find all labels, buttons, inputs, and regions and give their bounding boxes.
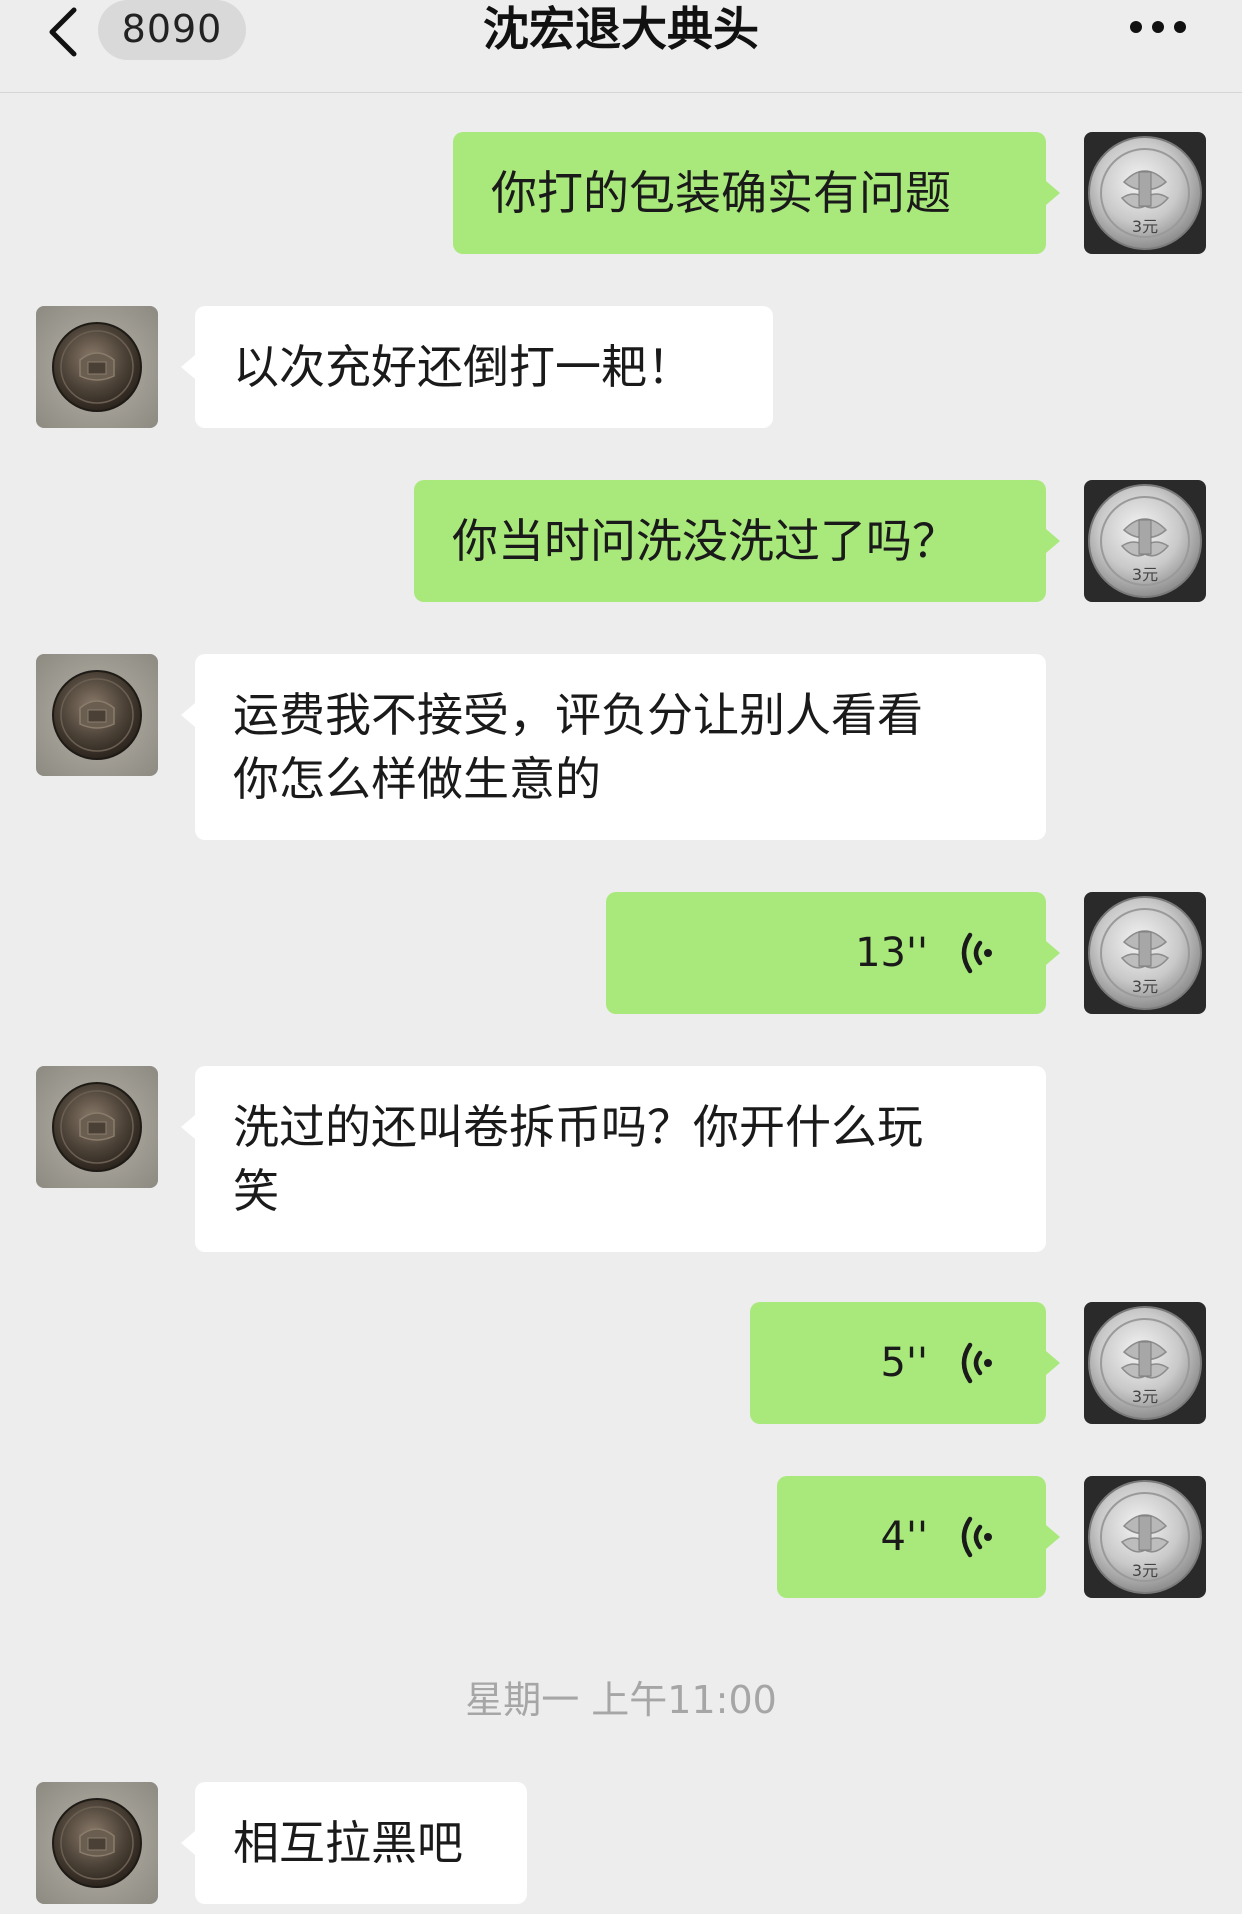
text-message-bubble[interactable]: 相互拉黑吧 (195, 1782, 527, 1904)
message-row-received: 以次充好还倒打一耙！ (0, 306, 1242, 428)
title-bar: 8090 沈宏退大典头 (0, 0, 1242, 93)
my-avatar[interactable]: 3元 (1084, 1302, 1206, 1424)
chevron-left-icon[interactable] (44, 6, 84, 58)
message-row-sent: 3元 你当时问洗没洗过了吗？ (0, 480, 1242, 602)
voice-message-bubble[interactable]: 4'' (777, 1476, 1046, 1598)
message-row-received: 洗过的还叫卷拆币吗？你开什么玩笑 (0, 1066, 1242, 1252)
chat-title: 沈宏退大典头 (483, 2, 759, 56)
timestamp: 星期一 上午11:00 (465, 1678, 777, 1722)
contact-avatar[interactable] (36, 1066, 158, 1188)
message-row-received: 相互拉黑吧 (0, 1782, 1242, 1904)
text-message-bubble[interactable]: 你打的包装确实有问题 (453, 132, 1046, 254)
bubble-tail (1046, 529, 1060, 553)
avatar-coin-label: 3元 (1132, 1561, 1158, 1580)
voice-message-bubble[interactable]: 5'' (750, 1302, 1046, 1424)
bubble-tail (1046, 1525, 1060, 1549)
message-text: 你当时问洗没洗过了吗？ (452, 514, 958, 568)
message-row-sent: 3元 13'' (0, 892, 1242, 1014)
text-message-bubble[interactable]: 运费我不接受，评负分让别人看看 你怎么样做生意的 (195, 654, 1046, 840)
contact-avatar[interactable] (36, 654, 158, 776)
unread-count-badge[interactable]: 8090 (98, 0, 246, 60)
bubble-tail (1046, 1351, 1060, 1375)
bubble-tail (181, 1831, 195, 1855)
message-text-line: 你怎么样做生意的 (233, 752, 601, 806)
voice-wave-icon (956, 1335, 996, 1391)
my-avatar[interactable]: 3元 (1084, 132, 1206, 254)
bubble-tail (181, 703, 195, 727)
message-text-line: 洗过的还叫卷拆币吗？你开什么玩 (233, 1100, 923, 1154)
voice-duration: 4'' (880, 1514, 928, 1560)
avatar-coin-label: 3元 (1132, 977, 1158, 996)
contact-avatar[interactable] (36, 306, 158, 428)
more-dots-icon[interactable] (1128, 10, 1188, 44)
avatar-coin-label: 3元 (1132, 565, 1158, 584)
avatar-coin-label: 3元 (1132, 1387, 1158, 1406)
voice-wave-icon (956, 1509, 996, 1565)
my-avatar[interactable]: 3元 (1084, 1476, 1206, 1598)
text-message-bubble[interactable]: 洗过的还叫卷拆币吗？你开什么玩笑 (195, 1066, 1046, 1252)
message-text: 相互拉黑吧 (233, 1816, 463, 1870)
contact-avatar[interactable] (36, 1782, 158, 1904)
message-text-line: 运费我不接受，评负分让别人看看 (233, 688, 923, 742)
message-row-sent: 3元 4'' (0, 1476, 1242, 1598)
message-text: 以次充好还倒打一耙！ (233, 340, 693, 394)
my-avatar[interactable]: 3元 (1084, 480, 1206, 602)
voice-duration: 13'' (855, 930, 928, 976)
text-message-bubble[interactable]: 以次充好还倒打一耙！ (195, 306, 773, 428)
message-row-sent: 3元 你打的包装确实有问题 (0, 132, 1242, 254)
text-message-bubble[interactable]: 你当时问洗没洗过了吗？ (414, 480, 1046, 602)
message-text: 你打的包装确实有问题 (491, 166, 951, 220)
message-row-received: 运费我不接受，评负分让别人看看 你怎么样做生意的 (0, 654, 1242, 840)
message-row-sent: 3元 5'' (0, 1302, 1242, 1424)
bubble-tail (1046, 181, 1060, 205)
bubble-tail (1046, 941, 1060, 965)
message-text-line: 笑 (233, 1164, 279, 1218)
voice-wave-icon (956, 925, 996, 981)
my-avatar[interactable]: 3元 (1084, 892, 1206, 1014)
bubble-tail (181, 1115, 195, 1139)
voice-duration: 5'' (880, 1340, 928, 1386)
avatar-coin-label: 3元 (1132, 217, 1158, 236)
voice-message-bubble[interactable]: 13'' (606, 892, 1046, 1014)
bubble-tail (181, 355, 195, 379)
